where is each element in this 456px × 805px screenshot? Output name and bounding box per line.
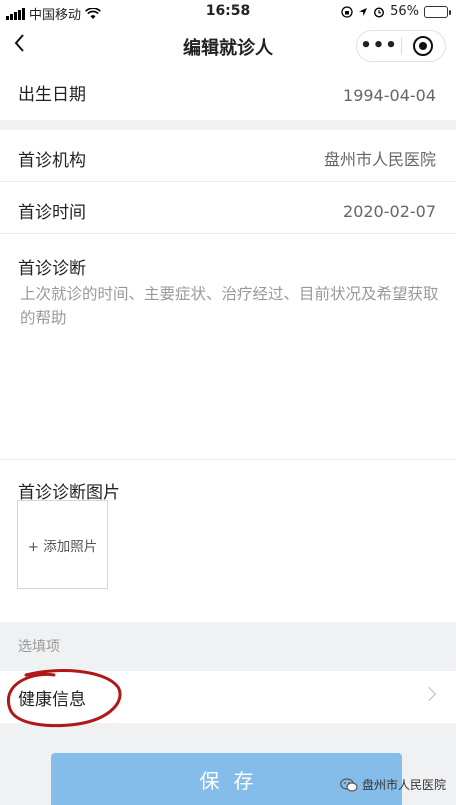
wechat-icon xyxy=(340,777,358,792)
visit-time-row[interactable]: 首诊时间 2020-02-07 xyxy=(0,182,456,234)
miniprogram-capsule: ••• xyxy=(356,30,446,62)
institution-label: 首诊机构 xyxy=(18,151,86,171)
chevron-right-icon xyxy=(421,686,437,702)
health-info-row[interactable]: 健康信息 xyxy=(0,671,456,723)
more-menu-button[interactable]: ••• xyxy=(357,32,401,60)
status-right: 56% xyxy=(341,4,451,19)
visit-time-label: 首诊时间 xyxy=(18,203,86,223)
visit-time-value: 2020-02-07 xyxy=(343,202,436,221)
watermark-text: 盘州市人民医院 xyxy=(361,778,446,792)
alarm-icon xyxy=(374,6,385,18)
institution-row[interactable]: 首诊机构 盘州市人民医院 xyxy=(0,130,456,182)
diagnosis-label: 首诊诊断 xyxy=(18,259,86,279)
add-photo-label: + 添加照片 xyxy=(27,538,98,555)
diagnosis-input[interactable] xyxy=(20,282,440,442)
birth-date-label: 出生日期 xyxy=(18,85,86,105)
add-photo-button[interactable]: + 添加照片 xyxy=(17,500,108,589)
diagnosis-section: 首诊诊断 xyxy=(0,234,456,460)
battery-percent: 56% xyxy=(390,4,419,19)
nav-bar: 编辑就诊人 ••• xyxy=(0,24,456,68)
target-icon xyxy=(413,36,434,56)
diagnosis-photos-section: 首诊诊断图片 + 添加照片 xyxy=(0,460,456,622)
birth-date-value: 1994-04-04 xyxy=(343,86,436,105)
optional-section-title: 选填项 xyxy=(18,639,60,655)
institution-value: 盘州市人民医院 xyxy=(323,150,436,169)
health-info-label: 健康信息 xyxy=(18,690,86,710)
rotation-lock-icon xyxy=(341,5,353,18)
status-bar: 中国移动 16:58 56% xyxy=(0,0,456,24)
battery-icon xyxy=(424,5,451,18)
watermark: 盘州市人民医院 xyxy=(340,776,446,793)
birth-date-row[interactable]: 出生日期 1994-04-04 xyxy=(0,68,456,120)
location-icon xyxy=(359,7,368,16)
close-miniprogram-button[interactable] xyxy=(402,36,445,56)
